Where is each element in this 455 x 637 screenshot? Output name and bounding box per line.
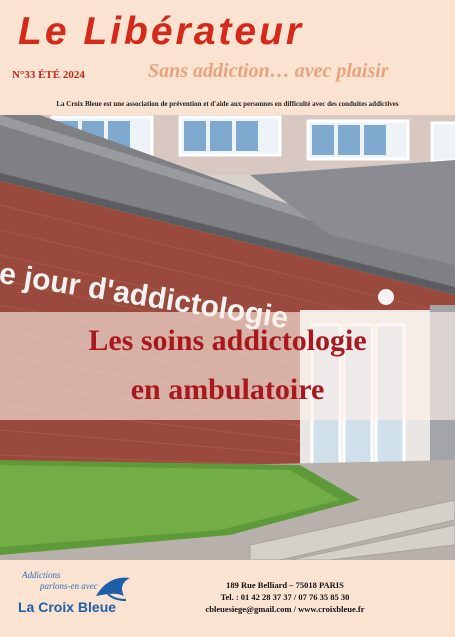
logo-script-line-1: Addictions (22, 570, 61, 580)
headline-line-2: en ambulatoire (130, 373, 325, 406)
issue-number: N°33 ÉTÉ 2024 (12, 69, 85, 81)
slogan: Sans addiction… avec plaisir (148, 60, 389, 82)
masthead: Le Libérateur N°33 ÉTÉ 2024 Sans addicti… (0, 0, 455, 115)
association-tagline: La Croix Bleue est une association de pr… (56, 100, 399, 108)
magazine-cover: Le Libérateur N°33 ÉTÉ 2024 Sans addicti… (0, 0, 455, 637)
logo-name: La Croix Bleue (18, 599, 117, 615)
logo-script-line-2: parlons-en avec (40, 581, 98, 591)
phone: Tel. : 01 42 28 37 37 / 07 76 35 85 30 (220, 592, 350, 602)
magazine-title: Le Libérateur (18, 10, 305, 53)
address: 189 Rue Belliard – 75018 PARIS (226, 580, 344, 590)
contact-links: cbleuesiege@gmail.com / www.croixbleue.f… (205, 604, 365, 614)
headline-line-1: Les soins addictologie (88, 324, 367, 357)
croix-bleue-logo: Addictions parlons-en avec La Croix Bleu… (18, 568, 138, 626)
